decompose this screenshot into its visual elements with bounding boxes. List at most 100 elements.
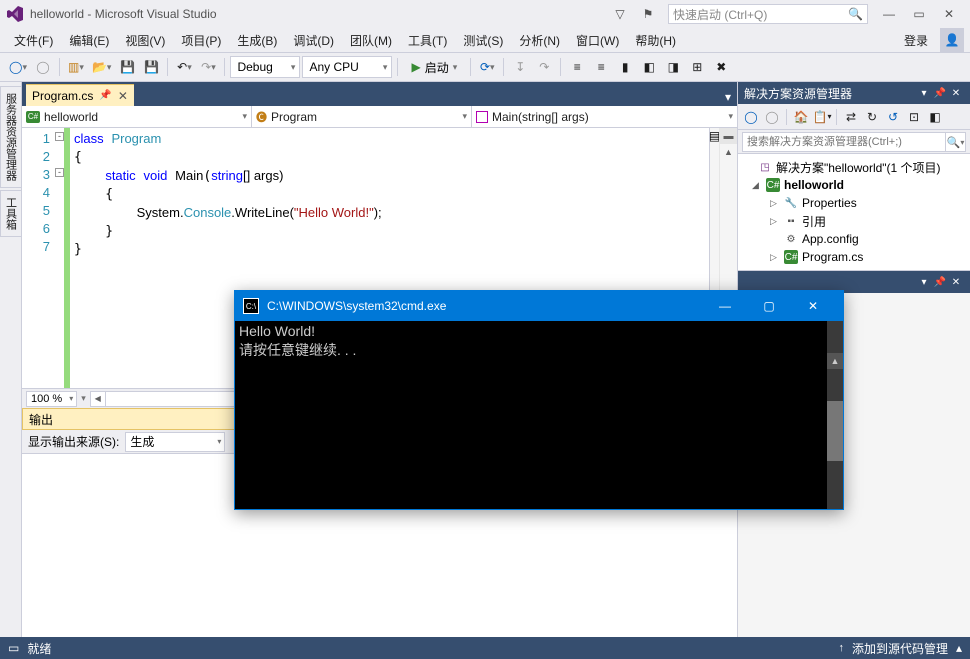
solution-explorer-toolbar: ◯ ◯ 🏠 📋▾ ⇄ ↻ ↺ ⊡ ◧: [738, 104, 970, 130]
se-search-icon[interactable]: 🔍▾: [946, 132, 966, 152]
comment-button[interactable]: ≡: [566, 56, 588, 78]
cmd-scroll-thumb[interactable]: [827, 401, 843, 461]
browser-link-button[interactable]: ⟳▾: [476, 56, 498, 78]
cmd-scroll-up-icon[interactable]: ▲: [827, 353, 843, 369]
menu-team[interactable]: 团队(M): [342, 29, 400, 52]
tree-properties-node[interactable]: ▷🔧Properties: [740, 194, 968, 212]
config-combo[interactable]: Debug: [230, 56, 300, 78]
nav-back-button[interactable]: ◯▾: [6, 56, 30, 78]
tree-solution-node[interactable]: ◳解决方案"helloworld"(1 个项目): [740, 158, 968, 176]
tb-icon-a[interactable]: ◧: [638, 56, 660, 78]
scroll-up-icon[interactable]: ▲: [720, 144, 737, 160]
menu-project[interactable]: 项目(P): [173, 29, 229, 52]
cmd-maximize-button[interactable]: ▢: [747, 291, 791, 321]
panel-close-icon[interactable]: ✕: [948, 85, 964, 101]
save-all-button[interactable]: 💾: [140, 56, 162, 78]
panel-pin-icon[interactable]: 📌: [932, 85, 948, 101]
menu-build[interactable]: 生成(B): [229, 29, 285, 52]
platform-combo[interactable]: Any CPU: [302, 56, 392, 78]
zoom-dd-icon[interactable]: ▾: [81, 393, 86, 404]
status-window-icon[interactable]: ▭: [8, 641, 19, 655]
quick-launch-placeholder: 快速启动 (Ctrl+Q): [673, 6, 767, 23]
step-over-button[interactable]: ↷: [533, 56, 555, 78]
se-collapse-icon[interactable]: ↺: [884, 108, 902, 126]
bookmark-button[interactable]: ▮: [614, 56, 636, 78]
panel-menu-icon[interactable]: ▾: [916, 274, 932, 290]
se-sync-icon[interactable]: ⇄: [842, 108, 860, 126]
nav-fwd-button[interactable]: ◯: [32, 56, 54, 78]
tb-icon-c[interactable]: ⊞: [686, 56, 708, 78]
menu-file[interactable]: 文件(F): [6, 29, 61, 52]
scroll-split-icon[interactable]: ▬: [720, 128, 737, 144]
cmd-close-button[interactable]: ✕: [791, 291, 835, 321]
panel-menu-icon[interactable]: ▾: [916, 85, 932, 101]
server-explorer-tab[interactable]: 服务器资源管理器: [0, 86, 22, 188]
se-showall-icon[interactable]: ⊡: [905, 108, 923, 126]
user-avatar-icon[interactable]: 👤: [940, 28, 964, 52]
restore-button[interactable]: ▭: [904, 4, 934, 24]
uncomment-button[interactable]: ≡: [590, 56, 612, 78]
tree-appconfig-node[interactable]: ⚙App.config: [740, 230, 968, 248]
cmd-window[interactable]: C:\ C:\WINDOWS\system32\cmd.exe — ▢ ✕ He…: [234, 290, 844, 510]
tb-icon-b[interactable]: ◨: [662, 56, 684, 78]
tab-overflow-button[interactable]: ▾: [719, 88, 737, 106]
minimize-button[interactable]: —: [874, 4, 904, 24]
cmd-titlebar[interactable]: C:\ C:\WINDOWS\system32\cmd.exe — ▢ ✕: [235, 291, 843, 321]
tree-programcs-node[interactable]: ▷C#Program.cs: [740, 248, 968, 266]
title-bar: helloworld - Microsoft Visual Studio ▽ ⚑…: [0, 0, 970, 28]
save-button[interactable]: 💾: [116, 56, 138, 78]
menu-help[interactable]: 帮助(H): [627, 29, 684, 52]
se-back-icon[interactable]: ◯: [742, 108, 760, 126]
new-project-button[interactable]: ▥▾: [65, 56, 87, 78]
panel-close-icon[interactable]: ✕: [948, 274, 964, 290]
fold-icon[interactable]: -: [55, 168, 64, 177]
source-control-dd-icon[interactable]: ▴: [956, 641, 962, 655]
menu-test[interactable]: 测试(S): [455, 29, 511, 52]
sign-in-link[interactable]: 登录: [896, 29, 936, 52]
tree-references-node[interactable]: ▷▪▪引用: [740, 212, 968, 230]
add-source-control[interactable]: 添加到源代码管理: [852, 640, 948, 657]
cmd-minimize-button[interactable]: —: [703, 291, 747, 321]
vs-logo-icon: [6, 5, 24, 23]
close-button[interactable]: ✕: [934, 4, 964, 24]
menu-debug[interactable]: 调试(D): [285, 29, 342, 52]
solution-explorer-header[interactable]: 解决方案资源管理器 ▾ 📌 ✕: [738, 82, 970, 104]
namespace-combo[interactable]: C#helloworld: [22, 106, 252, 127]
solution-tree[interactable]: ◳解决方案"helloworld"(1 个项目) ◢C#helloworld ▷…: [738, 154, 970, 271]
document-tab-programcs[interactable]: Program.cs 📌 ✕: [26, 84, 134, 106]
se-fwd-icon[interactable]: ◯: [763, 108, 781, 126]
fold-icon[interactable]: -: [55, 132, 64, 141]
tb-icon-d[interactable]: ✖: [710, 56, 732, 78]
menu-analyze[interactable]: 分析(N): [511, 29, 568, 52]
search-icon: 🔍: [848, 7, 863, 21]
menu-edit[interactable]: 编辑(E): [61, 29, 117, 52]
toolbox-tab[interactable]: 工具箱: [0, 190, 22, 237]
step-into-button[interactable]: ↧: [509, 56, 531, 78]
menu-tools[interactable]: 工具(T): [400, 29, 455, 52]
zoom-combo[interactable]: 100 %: [26, 391, 77, 407]
tree-project-node[interactable]: ◢C#helloworld: [740, 176, 968, 194]
se-search-input[interactable]: [742, 132, 946, 152]
start-debug-button[interactable]: ▶启动▾: [403, 56, 465, 78]
output-source-combo[interactable]: 生成: [125, 432, 225, 452]
close-tab-icon[interactable]: ✕: [118, 89, 128, 103]
open-file-button[interactable]: 📂▾: [89, 56, 114, 78]
menu-window[interactable]: 窗口(W): [568, 29, 627, 52]
se-refresh-icon[interactable]: ↻: [863, 108, 881, 126]
notifications-icon[interactable]: ▽: [610, 4, 630, 24]
cmd-scrollbar[interactable]: ▲: [827, 321, 843, 509]
menu-view[interactable]: 视图(V): [117, 29, 173, 52]
publish-icon[interactable]: ↑: [838, 642, 844, 654]
class-combo[interactable]: 🅒Program: [252, 106, 472, 127]
method-combo[interactable]: Main(string[] args): [472, 106, 737, 127]
se-props-icon[interactable]: ◧: [926, 108, 944, 126]
cmd-output[interactable]: Hello World! 请按任意键继续. . . ▲: [235, 321, 843, 509]
redo-button[interactable]: ↷▾: [197, 56, 219, 78]
se-home-icon[interactable]: 🏠: [792, 108, 810, 126]
quick-launch-input[interactable]: 快速启动 (Ctrl+Q) 🔍: [668, 4, 868, 24]
se-scope-icon[interactable]: 📋▾: [813, 108, 831, 126]
panel-pin-icon[interactable]: 📌: [932, 274, 948, 290]
undo-button[interactable]: ↶▾: [173, 56, 195, 78]
feedback-flag-icon[interactable]: ⚑: [638, 4, 658, 24]
pin-icon[interactable]: 📌: [99, 90, 111, 101]
